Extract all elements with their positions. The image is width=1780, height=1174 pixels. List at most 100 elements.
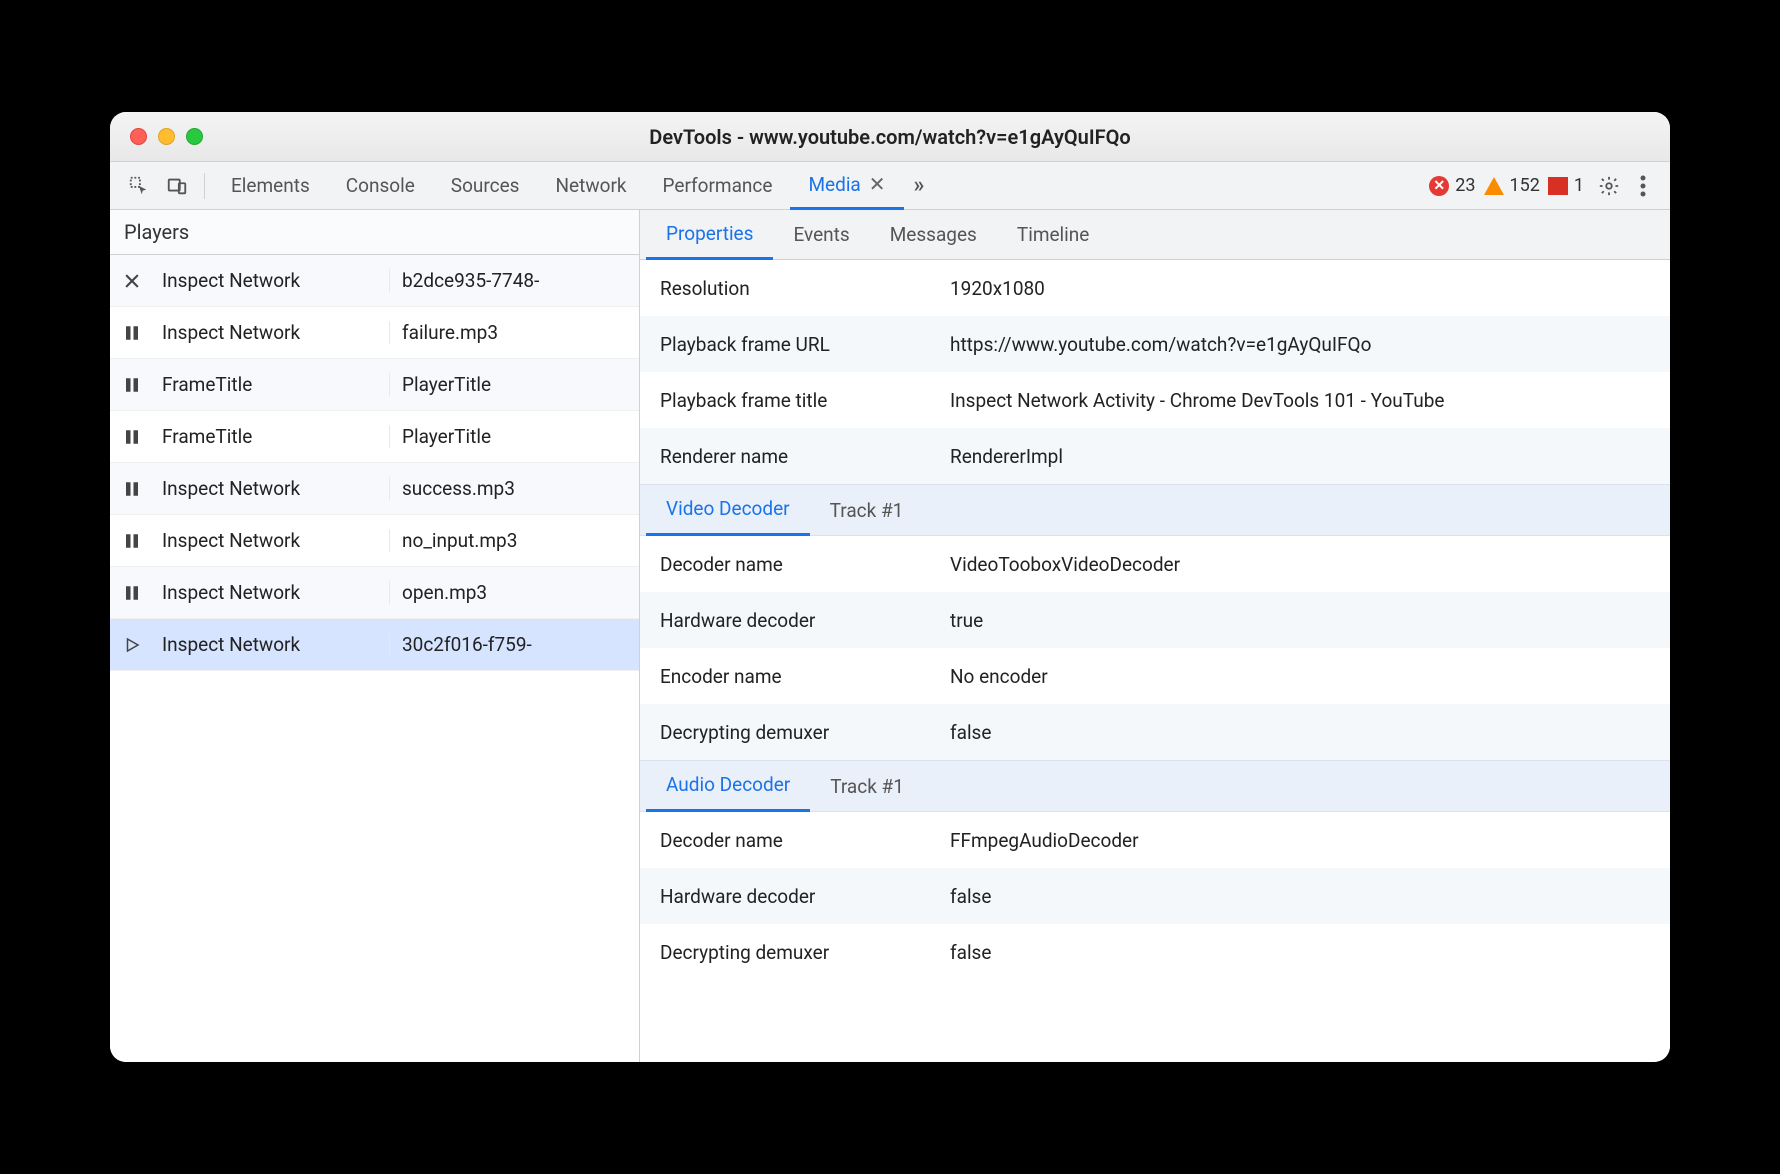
window-minimize-button[interactable]	[158, 128, 175, 145]
property-key: Resolution	[660, 277, 950, 300]
property-row: Renderer nameRendererImpl	[640, 428, 1670, 484]
subtab-timeline[interactable]: Timeline	[997, 210, 1110, 260]
player-title: PlayerTitle	[390, 373, 639, 396]
property-value: VideoTooboxVideoDecoder	[950, 553, 1650, 576]
tab-elements[interactable]: Elements	[213, 162, 328, 210]
pause-icon	[110, 428, 154, 446]
property-row: Decrypting demuxerfalse	[640, 924, 1670, 980]
property-value: false	[950, 721, 1650, 744]
close-tab-icon[interactable]: ✕	[869, 172, 886, 196]
tab-network[interactable]: Network	[537, 162, 644, 210]
window-title: DevTools - www.youtube.com/watch?v=e1gAy…	[110, 125, 1670, 149]
property-row: Hardware decoderfalse	[640, 868, 1670, 924]
x-icon	[110, 271, 154, 291]
property-key: Renderer name	[660, 445, 950, 468]
issues-count[interactable]: 1	[1548, 175, 1584, 196]
inspect-element-icon[interactable]	[122, 169, 156, 203]
tab-performance[interactable]: Performance	[645, 162, 791, 210]
player-title: 30c2f016-f759-	[390, 633, 639, 656]
property-value: true	[950, 609, 1650, 632]
player-row[interactable]: Inspect Networkno_input.mp3	[110, 515, 639, 567]
section-tab[interactable]: Audio Decoder	[646, 760, 810, 812]
player-frame-title: Inspect Network	[154, 633, 390, 656]
property-key: Decoder name	[660, 829, 950, 852]
player-title: failure.mp3	[390, 321, 639, 344]
property-key: Decrypting demuxer	[660, 941, 950, 964]
player-row[interactable]: Inspect Network30c2f016-f759-	[110, 619, 639, 671]
property-value: FFmpegAudioDecoder	[950, 829, 1650, 852]
pause-icon	[110, 376, 154, 394]
pause-icon	[110, 324, 154, 342]
property-row: Decoder nameVideoTooboxVideoDecoder	[640, 536, 1670, 592]
status-group: ✕ 23 152 1	[1421, 175, 1592, 196]
details-subtabs: PropertiesEventsMessagesTimeline	[640, 210, 1670, 260]
subtab-messages[interactable]: Messages	[870, 210, 997, 260]
pause-icon	[110, 532, 154, 550]
tab-label: Performance	[663, 174, 773, 197]
player-title: b2dce935-7748-	[390, 269, 639, 292]
section-tab[interactable]: Track #1	[810, 484, 924, 536]
warnings-count[interactable]: 152	[1484, 175, 1540, 196]
property-row: Resolution1920x1080	[640, 260, 1670, 316]
play-icon	[110, 636, 154, 654]
property-value: 1920x1080	[950, 277, 1650, 300]
player-title: no_input.mp3	[390, 529, 639, 552]
error-icon: ✕	[1429, 176, 1449, 196]
property-value: No encoder	[950, 665, 1650, 688]
property-key: Decrypting demuxer	[660, 721, 950, 744]
subtab-events[interactable]: Events	[773, 210, 869, 260]
player-row[interactable]: Inspect Networkb2dce935-7748-	[110, 255, 639, 307]
property-row: Encoder nameNo encoder	[640, 648, 1670, 704]
video-decoder-section-tabs: Video DecoderTrack #1	[640, 484, 1670, 536]
player-title: success.mp3	[390, 477, 639, 500]
property-value: Inspect Network Activity - Chrome DevToo…	[950, 389, 1650, 412]
property-key: Hardware decoder	[660, 609, 950, 632]
details-panel: PropertiesEventsMessagesTimeline Resolut…	[640, 210, 1670, 1062]
property-value: false	[950, 941, 1650, 964]
pause-icon	[110, 480, 154, 498]
window-zoom-button[interactable]	[186, 128, 203, 145]
titlebar: DevTools - www.youtube.com/watch?v=e1gAy…	[110, 112, 1670, 162]
errors-count[interactable]: ✕ 23	[1429, 175, 1475, 196]
tabs-overflow-icon[interactable]: »	[904, 173, 935, 198]
issue-icon	[1548, 177, 1568, 195]
device-toolbar-icon[interactable]	[160, 169, 194, 203]
window-close-button[interactable]	[130, 128, 147, 145]
player-row[interactable]: FrameTitlePlayerTitle	[110, 359, 639, 411]
tab-console[interactable]: Console	[328, 162, 433, 210]
player-row[interactable]: FrameTitlePlayerTitle	[110, 411, 639, 463]
property-row: Playback frame URLhttps://www.youtube.co…	[640, 316, 1670, 372]
traffic-lights	[110, 128, 203, 145]
audio-decoder-section-tabs: Audio DecoderTrack #1	[640, 760, 1670, 812]
section-tab[interactable]: Track #1	[810, 760, 924, 812]
more-menu-icon[interactable]	[1626, 169, 1660, 203]
tab-label: Sources	[451, 174, 520, 197]
player-frame-title: Inspect Network	[154, 321, 390, 344]
toolbar-separator	[204, 173, 205, 199]
property-key: Encoder name	[660, 665, 950, 688]
tab-label: Console	[346, 174, 415, 197]
section-tab[interactable]: Video Decoder	[646, 484, 810, 536]
main-toolbar: Elements Console Sources Network Performance…	[110, 162, 1670, 210]
property-row: Hardware decodertrue	[640, 592, 1670, 648]
subtab-properties[interactable]: Properties	[646, 210, 773, 260]
property-key: Playback frame URL	[660, 333, 950, 356]
tab-media[interactable]: Media✕	[790, 162, 903, 210]
player-frame-title: Inspect Network	[154, 529, 390, 552]
property-key: Playback frame title	[660, 389, 950, 412]
warning-icon	[1484, 177, 1504, 195]
player-row[interactable]: Inspect Networkopen.mp3	[110, 567, 639, 619]
property-row: Decoder nameFFmpegAudioDecoder	[640, 812, 1670, 868]
players-panel: Players Inspect Networkb2dce935-7748-Ins…	[110, 210, 640, 1062]
tab-sources[interactable]: Sources	[433, 162, 538, 210]
settings-icon[interactable]	[1592, 169, 1626, 203]
player-row[interactable]: Inspect Networkfailure.mp3	[110, 307, 639, 359]
players-header: Players	[110, 210, 639, 255]
errors-count-label: 23	[1455, 175, 1475, 196]
property-row: Playback frame titleInspect Network Acti…	[640, 372, 1670, 428]
property-key: Hardware decoder	[660, 885, 950, 908]
player-row[interactable]: Inspect Networksuccess.mp3	[110, 463, 639, 515]
player-frame-title: Inspect Network	[154, 269, 390, 292]
property-value: RendererImpl	[950, 445, 1650, 468]
player-frame-title: Inspect Network	[154, 581, 390, 604]
